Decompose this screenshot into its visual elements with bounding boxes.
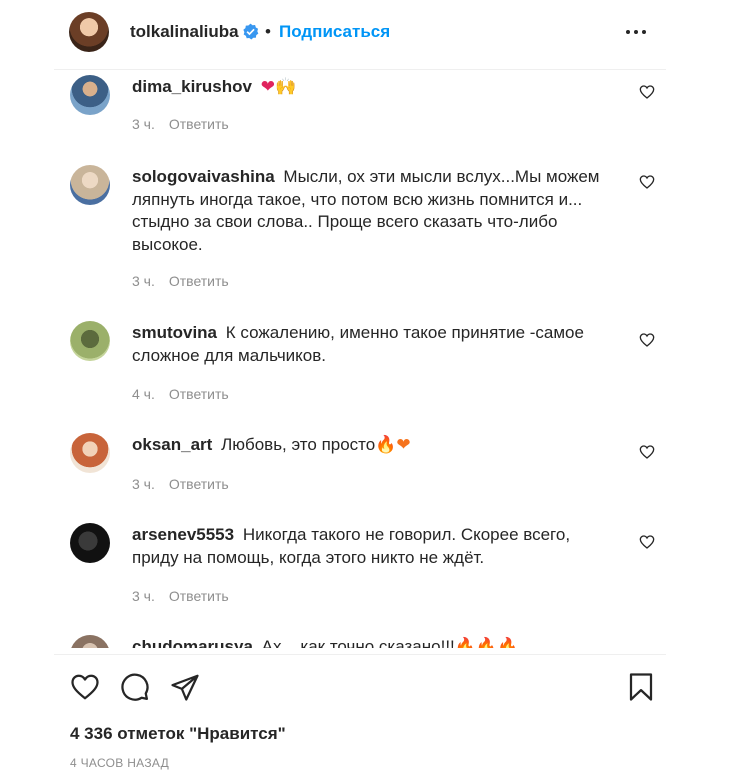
- comment-text: dima_kirushov ❤🙌: [132, 76, 602, 99]
- heart-icon[interactable]: [70, 672, 100, 702]
- comment-text: chudomarusya Ах... как точно сказано!!!🔥…: [132, 636, 602, 648]
- comment-emoji: 🔥❤: [375, 435, 411, 454]
- comments-list[interactable]: dima_kirushov ❤🙌 3 ч. Ответить sologovaiv…: [54, 70, 666, 648]
- comment-icon[interactable]: [120, 672, 150, 702]
- comment-meta: 3 ч. Ответить: [132, 588, 229, 604]
- comment-like-heart-icon[interactable]: [639, 332, 655, 348]
- comment-body: Любовь, это просто: [221, 435, 376, 454]
- comment-username[interactable]: smutovina: [132, 323, 217, 342]
- comment-time[interactable]: 3 ч.: [132, 116, 155, 132]
- comment-meta: 3 ч. Ответить: [132, 116, 229, 132]
- header-separator: •: [265, 22, 271, 41]
- reply-button[interactable]: Ответить: [169, 273, 229, 289]
- comment-item: sologovaivashina Мысли, ох эти мысли всл…: [54, 160, 666, 316]
- comment-username[interactable]: chudomarusya: [132, 637, 253, 648]
- post-timestamp[interactable]: 4 ЧАСОВ НАЗАД: [70, 756, 169, 770]
- comment-item: arsenev5553 Никогда такого не говорил. С…: [54, 518, 666, 634]
- comment-username[interactable]: sologovaivashina: [132, 167, 275, 186]
- comment-like-heart-icon[interactable]: [639, 444, 655, 460]
- comment-like-heart-icon[interactable]: [639, 84, 655, 100]
- likes-count[interactable]: 4 336 отметок "Нравится": [70, 724, 286, 744]
- comment-emoji: ❤🙌: [260, 77, 297, 96]
- author-username[interactable]: tolkalinaliuba: [130, 22, 239, 42]
- comment-time[interactable]: 3 ч.: [132, 476, 155, 492]
- more-options-icon[interactable]: [626, 22, 650, 42]
- reply-button[interactable]: Ответить: [169, 588, 229, 604]
- comment-emoji: 🔥🔥🔥: [454, 637, 519, 648]
- author-avatar[interactable]: [69, 12, 109, 52]
- commenter-avatar[interactable]: [70, 433, 110, 473]
- comment-username[interactable]: dima_kirushov: [132, 77, 252, 96]
- comment-username[interactable]: arsenev5553: [132, 525, 234, 544]
- reply-button[interactable]: Ответить: [169, 116, 229, 132]
- comment-text: sologovaivashina Мысли, ох эти мысли всл…: [132, 166, 602, 256]
- comment-item: chudomarusya Ах... как точно сказано!!!🔥…: [54, 630, 666, 648]
- paper-plane-icon[interactable]: [170, 672, 200, 702]
- comment-time[interactable]: 3 ч.: [132, 273, 155, 289]
- comment-item: smutovina К сожалению, именно такое прин…: [54, 316, 666, 428]
- comment-meta: 4 ч. Ответить: [132, 386, 229, 402]
- comment-text: arsenev5553 Никогда такого не говорил. С…: [132, 524, 602, 569]
- post-action-bar: [54, 654, 666, 715]
- commenter-avatar[interactable]: [70, 165, 110, 205]
- comment-time[interactable]: 4 ч.: [132, 386, 155, 402]
- comment-text: smutovina К сожалению, именно такое прин…: [132, 322, 602, 367]
- commenter-avatar[interactable]: [70, 635, 110, 648]
- comment-like-heart-icon[interactable]: [639, 174, 655, 190]
- post-panel: tolkalinaliuba • Подписаться dima_kirush…: [54, 0, 666, 781]
- commenter-avatar[interactable]: [70, 321, 110, 361]
- comment-username[interactable]: oksan_art: [132, 435, 212, 454]
- comment-time[interactable]: 3 ч.: [132, 588, 155, 604]
- reply-button[interactable]: Ответить: [169, 476, 229, 492]
- comment-like-heart-icon[interactable]: [639, 534, 655, 550]
- follow-button[interactable]: Подписаться: [279, 22, 390, 42]
- post-header: tolkalinaliuba • Подписаться: [54, 0, 666, 70]
- commenter-avatar[interactable]: [70, 75, 110, 115]
- comment-item: dima_kirushov ❤🙌 3 ч. Ответить: [54, 70, 666, 160]
- verified-badge-icon: [243, 23, 259, 40]
- commenter-avatar[interactable]: [70, 523, 110, 563]
- comment-body: Ах... как точно сказано!!!: [261, 637, 455, 648]
- bookmark-icon[interactable]: [626, 672, 656, 702]
- comment-meta: 3 ч. Ответить: [132, 273, 229, 289]
- reply-button[interactable]: Ответить: [169, 386, 229, 402]
- comment-meta: 3 ч. Ответить: [132, 476, 229, 492]
- comment-item: oksan_art Любовь, это просто🔥❤ 3 ч. Ответ…: [54, 428, 666, 518]
- comment-text: oksan_art Любовь, это просто🔥❤: [132, 434, 602, 457]
